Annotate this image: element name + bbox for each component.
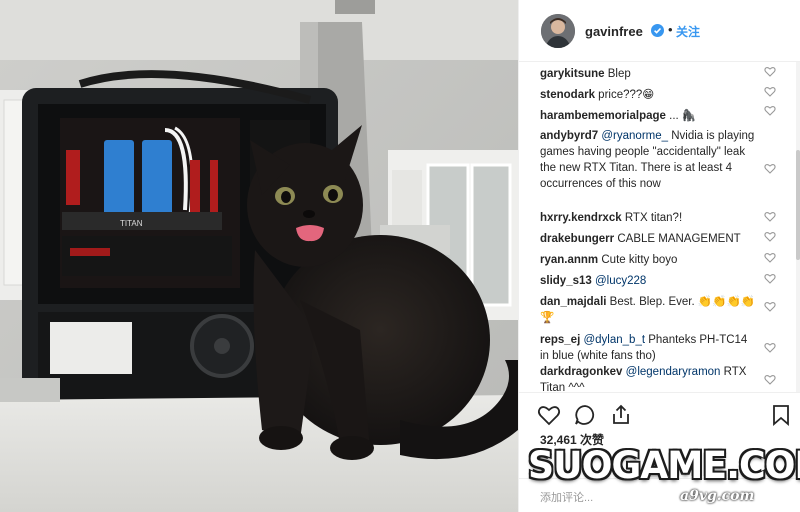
comment-username[interactable]: garykitsune: [540, 68, 605, 80]
watermark-sub: a9vg.com: [680, 488, 755, 504]
comment-like-heart-icon[interactable]: [764, 163, 776, 174]
photo-illustration: TITAN: [0, 0, 518, 512]
comment-text: price???😁: [598, 89, 655, 101]
comment-username[interactable]: darkdragonkev: [540, 366, 622, 378]
post-username[interactable]: gavinfree: [585, 24, 643, 39]
action-bar: [519, 392, 800, 436]
comment-like-heart-icon[interactable]: [764, 252, 776, 263]
comment-like-heart-icon[interactable]: [764, 273, 776, 284]
comment-item: slidy_s13 @lucy228: [540, 273, 758, 289]
heart-icon[interactable]: [537, 403, 561, 427]
watermark-main: SUOGAME.COM: [528, 444, 800, 487]
comment-text: CABLE MANAGEMENT: [617, 233, 741, 245]
comment-icon[interactable]: [573, 403, 597, 427]
comment-username[interactable]: slidy_s13: [540, 275, 592, 287]
comment-like-heart-icon[interactable]: [764, 211, 776, 222]
comment-like-heart-icon[interactable]: [764, 66, 776, 77]
comment-username[interactable]: stenodark: [540, 89, 595, 101]
comment-username[interactable]: dan_majdali: [540, 296, 606, 308]
comment-item: darkdragonkev @legendaryramon RTX Titan …: [540, 364, 758, 392]
comment-like-heart-icon[interactable]: [764, 105, 776, 116]
follow-button[interactable]: 关注: [676, 23, 700, 40]
add-comment-input[interactable]: 添加评论...: [540, 489, 593, 505]
comment-username[interactable]: harambememorialpage: [540, 110, 666, 122]
comment-text: Blep: [607, 68, 631, 80]
comment-like-heart-icon[interactable]: [764, 342, 776, 353]
comment-like-heart-icon[interactable]: [764, 86, 776, 97]
comment-text: Cute kitty boyo: [601, 254, 678, 266]
comment-item: garykitsune Blep: [540, 66, 758, 82]
comment-item: reps_ej @dylan_b_t Phanteks PH-TC14 in b…: [540, 332, 758, 364]
header-separator: •: [668, 22, 673, 37]
comment-username[interactable]: reps_ej: [540, 334, 580, 346]
share-icon[interactable]: [609, 403, 633, 427]
comment-mention[interactable]: @dylan_b_t: [583, 334, 645, 346]
comment-username[interactable]: hxrry.kendrxck: [540, 212, 622, 224]
comment-username[interactable]: drakebungerr: [540, 233, 614, 245]
avatar[interactable]: [541, 14, 575, 48]
comment-text: ... 🦍: [669, 110, 697, 122]
post-header: gavinfree • 关注: [519, 0, 800, 62]
verified-badge-icon: [651, 24, 664, 37]
comment-like-heart-icon[interactable]: [764, 231, 776, 242]
comment-mention[interactable]: @legendaryramon: [626, 366, 721, 378]
post-photo: TITAN: [0, 0, 518, 512]
avatar-image: [541, 14, 575, 48]
comment-item: harambememorialpage ... 🦍: [540, 108, 758, 124]
comment-item: hxrry.kendrxck RTX titan?!: [540, 210, 758, 226]
gpu-label: TITAN: [120, 219, 143, 228]
bookmark-icon[interactable]: [769, 403, 793, 427]
comment-item: dan_majdali Best. Blep. Ever. 👏👏👏👏🏆: [540, 294, 758, 326]
comment-like-heart-icon[interactable]: [764, 374, 776, 385]
comment-mention[interactable]: @lucy228: [595, 275, 646, 287]
comment-text: RTX titan?!: [624, 212, 683, 224]
comment-item: stenodark price???😁: [540, 87, 758, 103]
post-side-panel: gavinfree • 关注 garykitsune Blep stenodark…: [518, 0, 800, 512]
comment-item: ryan.annm Cute kitty boyo: [540, 252, 758, 268]
comment-mention[interactable]: @ryanorme_: [601, 130, 668, 142]
comment-like-heart-icon[interactable]: [764, 301, 776, 312]
comment-item: drakebungerr CABLE MANAGEMENT: [540, 231, 758, 247]
comments-list: garykitsune Blep stenodark price???😁 haram…: [519, 62, 800, 392]
comment-username[interactable]: ryan.annm: [540, 254, 598, 266]
comment-item: andybyrd7 @ryanorme_ Nvidia is playing g…: [540, 128, 758, 192]
comment-username[interactable]: andybyrd7: [540, 130, 598, 142]
comments-scroll-thumb[interactable]: [796, 150, 800, 260]
